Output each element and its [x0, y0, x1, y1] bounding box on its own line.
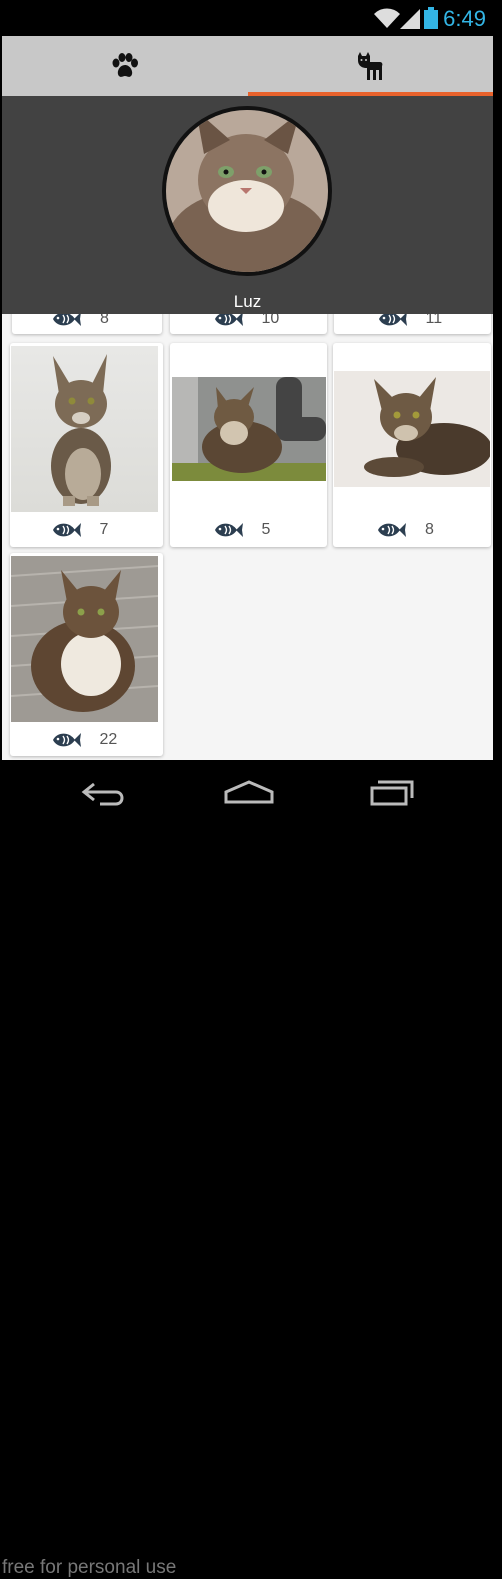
- profile-name: Luz: [233, 292, 262, 311]
- tab-bar: [2, 36, 493, 96]
- cat-card[interactable]: 7: [10, 343, 163, 547]
- app-window: 8 10 11 7 5 8 22 Luz: [2, 36, 493, 760]
- signal-icon: [400, 9, 420, 29]
- status-clock: 6:49: [443, 6, 486, 31]
- paw-icon: [112, 53, 138, 77]
- wifi-icon: [374, 8, 400, 28]
- fish-count: 5: [261, 521, 271, 538]
- cat-icon: [358, 52, 383, 80]
- navigation-bar: free for personal use: [0, 760, 502, 1578]
- tab-cats[interactable]: [247, 36, 494, 96]
- fish-count: 8: [425, 521, 434, 538]
- watermark: free for personal use: [2, 1557, 177, 1578]
- home-icon[interactable]: [224, 778, 274, 808]
- back-icon[interactable]: [80, 778, 128, 808]
- card-footer: 22: [10, 723, 163, 756]
- fish-icon: [50, 520, 82, 540]
- tab-paws[interactable]: [2, 36, 248, 96]
- cat-photo: [11, 556, 158, 722]
- fish-icon: [212, 520, 244, 540]
- card-footer: 8: [333, 513, 491, 547]
- card-footer: 5: [170, 513, 327, 547]
- cat-photo: [334, 371, 490, 487]
- fish-icon: [50, 730, 82, 750]
- status-bar: 6:49: [0, 0, 502, 36]
- profile-header: Luz: [2, 96, 493, 314]
- cat-card[interactable]: 22: [10, 553, 163, 756]
- cat-photo: [172, 377, 326, 481]
- cat-photo: [11, 346, 158, 512]
- fish-icon: [375, 520, 407, 540]
- card-footer: 7: [10, 513, 163, 547]
- cat-card[interactable]: 8: [333, 343, 491, 547]
- avatar[interactable]: [162, 106, 332, 276]
- recent-apps-icon[interactable]: [368, 778, 416, 808]
- cat-card[interactable]: 5: [170, 343, 327, 547]
- battery-icon: [424, 7, 438, 29]
- fish-count: 7: [99, 521, 109, 538]
- fish-count: 22: [99, 730, 118, 748]
